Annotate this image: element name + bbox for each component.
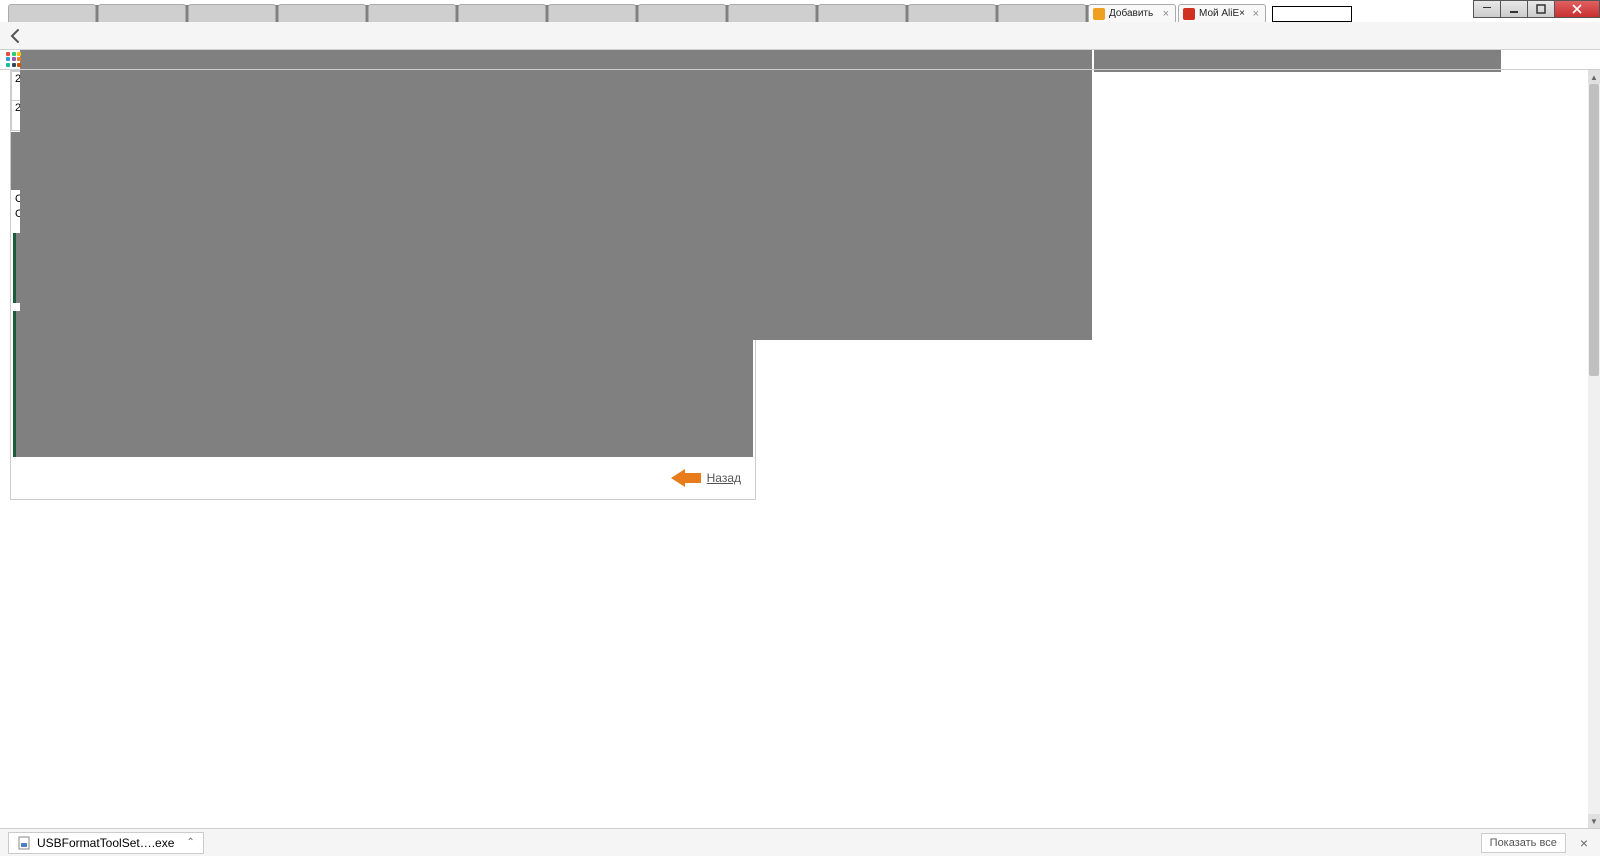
close-window-button[interactable] — [1554, 0, 1600, 18]
scroll-up-icon[interactable]: ▲ — [1588, 70, 1600, 84]
extra-window-button[interactable] — [1473, 0, 1501, 18]
tab-obscured-6[interactable] — [458, 4, 546, 22]
tab-aliexpress[interactable]: Мой AliE× × — [1178, 4, 1266, 22]
tab-obscured-3[interactable] — [188, 4, 276, 22]
vertical-scrollbar[interactable]: ▲ ▼ — [1588, 70, 1600, 828]
window-controls — [1474, 0, 1600, 18]
tab-add-close-icon[interactable]: × — [1161, 8, 1171, 20]
show-all-downloads-button[interactable]: Показать все — [1481, 833, 1566, 853]
browser-nav-bar — [0, 22, 1600, 50]
tab-obscured-12[interactable] — [998, 4, 1086, 22]
download-item[interactable]: USBFormatToolSet….exe ⌃ — [8, 832, 204, 854]
tab-add-label: Добавить — [1109, 8, 1157, 19]
scroll-track[interactable] — [1588, 84, 1600, 814]
downloads-actions: Показать все × — [1481, 833, 1592, 853]
downloads-bar: USBFormatToolSet….exe ⌃ Показать все × — [0, 828, 1600, 856]
close-downloads-icon[interactable]: × — [1576, 835, 1592, 851]
tab-ali-favicon — [1183, 8, 1195, 20]
tab-obscured-9[interactable] — [728, 4, 816, 22]
tab-obscured-11[interactable] — [908, 4, 996, 22]
nav-back-button[interactable] — [4, 24, 28, 48]
scroll-down-icon[interactable]: ▼ — [1588, 814, 1600, 828]
tab-add-favicon — [1093, 8, 1105, 20]
tab-obscured-4[interactable] — [278, 4, 366, 22]
scroll-thumb[interactable] — [1589, 84, 1599, 376]
tab-add[interactable]: Добавить × — [1088, 4, 1176, 22]
download-filename: USBFormatToolSet….exe — [37, 836, 174, 850]
tab-obscured-7[interactable] — [548, 4, 636, 22]
tab-obscured-8[interactable] — [638, 4, 726, 22]
tab-obscured-5[interactable] — [368, 4, 456, 22]
browser-tab-bar: Добавить × Мой AliE× × — [0, 0, 1500, 22]
back-row: Назад — [11, 461, 755, 499]
minimize-button[interactable] — [1500, 0, 1528, 18]
tab-obscured-1[interactable] — [8, 4, 96, 22]
tab-obscured-10[interactable] — [818, 4, 906, 22]
back-arrow-icon — [671, 469, 701, 487]
apps-grid-icon[interactable] — [6, 52, 22, 68]
back-link[interactable]: Назад — [707, 471, 741, 485]
tab-ali-label: Мой AliE× — [1199, 8, 1247, 19]
exe-file-icon — [17, 836, 31, 850]
redacted-field — [1272, 6, 1352, 22]
maximize-button[interactable] — [1527, 0, 1555, 18]
chevron-up-icon[interactable]: ⌃ — [186, 837, 194, 848]
browser-apps-bar — [0, 50, 1600, 70]
tab-obscured-2[interactable] — [98, 4, 186, 22]
tab-ali-close-icon[interactable]: × — [1251, 8, 1261, 20]
